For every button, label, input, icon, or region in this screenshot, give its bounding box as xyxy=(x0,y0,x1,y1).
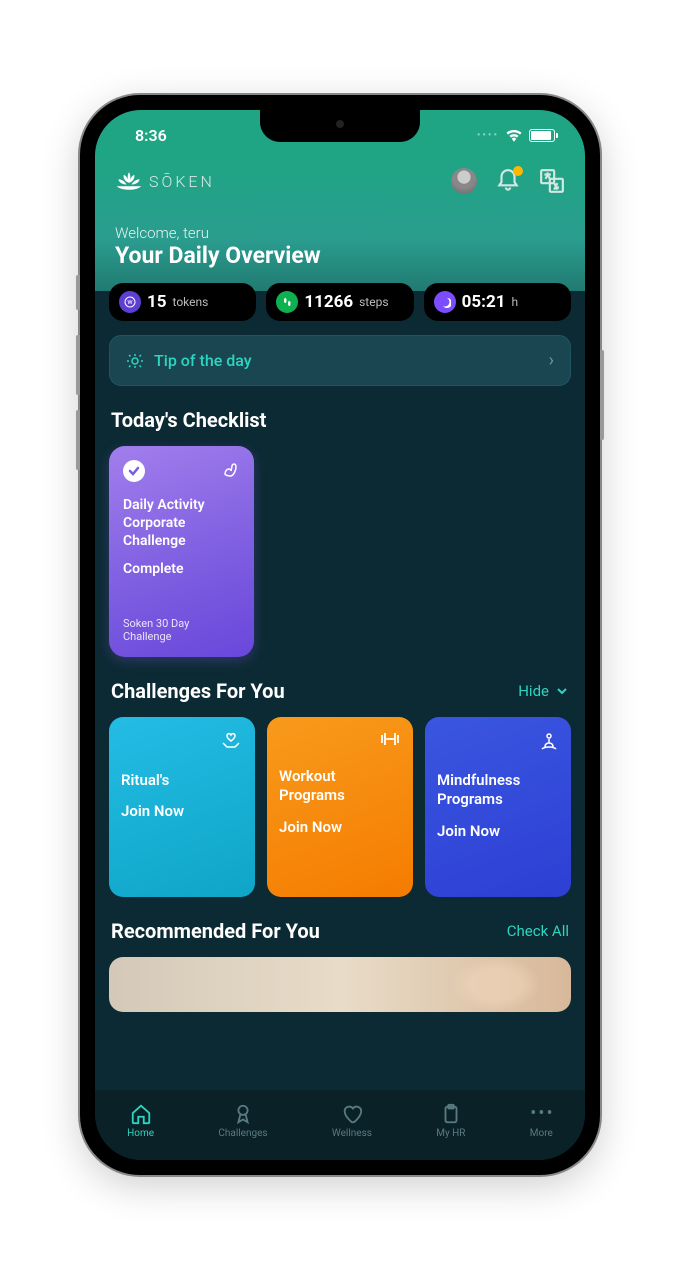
nav-myhr[interactable]: My HR xyxy=(436,1103,465,1139)
tokens-icon: w xyxy=(119,291,141,313)
checklist-section-title: Today's Checklist xyxy=(111,408,266,432)
recommended-section-title: Recommended For You xyxy=(111,919,320,943)
workout-card[interactable]: Workout Programs Join Now xyxy=(267,717,413,897)
nav-more[interactable]: ••• More xyxy=(530,1103,553,1139)
wifi-icon xyxy=(505,128,523,142)
checklist-card-title: Daily Activity Corporate Challenge xyxy=(123,496,240,551)
tip-of-day[interactable]: Tip of the day › xyxy=(109,335,571,386)
rituals-cta: Join Now xyxy=(121,802,243,820)
screen: 8:36 •••• SŌKEN xyxy=(95,110,585,1160)
mindfulness-title: Mindfulness Programs xyxy=(437,771,559,810)
nav-challenges[interactable]: Challenges xyxy=(218,1103,267,1139)
tokens-unit: tokens xyxy=(173,295,209,309)
lotus-icon xyxy=(115,169,143,193)
overview-title: Your Daily Overview xyxy=(115,242,565,269)
clipboard-icon xyxy=(440,1103,462,1125)
app-header: SŌKEN Welcome, teru Your Daily Overview xyxy=(95,160,585,291)
nav-home[interactable]: Home xyxy=(127,1103,154,1139)
recommended-image xyxy=(451,957,541,1012)
welcome-text: Welcome, teru xyxy=(115,224,565,242)
translate-icon[interactable] xyxy=(539,168,565,194)
checkmark-icon xyxy=(123,460,145,482)
tokens-stat[interactable]: w 15 tokens xyxy=(109,283,256,321)
sleep-stat[interactable]: 05:21 h xyxy=(424,283,571,321)
workout-title: Workout Programs xyxy=(279,767,401,806)
checklist-card-subtitle: Soken 30 Day Challenge xyxy=(123,617,240,643)
nav-wellness[interactable]: Wellness xyxy=(332,1103,372,1139)
phone-frame: 8:36 •••• SŌKEN xyxy=(80,95,600,1175)
home-icon xyxy=(130,1103,152,1125)
challenges-section-title: Challenges For You xyxy=(111,679,285,703)
brand-text: SŌKEN xyxy=(149,172,215,191)
stats-row: w 15 tokens 11266 steps 05:21 h xyxy=(95,283,585,321)
dumbbell-icon xyxy=(379,731,401,747)
rituals-card[interactable]: Ritual's Join Now xyxy=(109,717,255,897)
tip-label: Tip of the day xyxy=(154,351,252,370)
battery-icon xyxy=(529,129,555,142)
profile-avatar[interactable] xyxy=(451,168,477,194)
brand-logo: SŌKEN xyxy=(115,169,215,193)
status-time: 8:36 xyxy=(125,126,167,145)
muscle-icon xyxy=(220,460,240,480)
checklist-card[interactable]: Daily Activity Corporate Challenge Compl… xyxy=(109,446,254,657)
chevron-right-icon: › xyxy=(549,350,554,371)
steps-icon xyxy=(276,291,298,313)
heart-icon xyxy=(341,1103,363,1125)
mindfulness-card[interactable]: Mindfulness Programs Join Now xyxy=(425,717,571,897)
bottom-nav: Home Challenges Wellness My HR ••• More xyxy=(95,1090,585,1160)
badge-icon xyxy=(232,1103,254,1125)
steps-unit: steps xyxy=(359,295,388,309)
rituals-title: Ritual's xyxy=(121,771,243,791)
checklist-card-status: Complete xyxy=(123,561,240,577)
notification-bell[interactable] xyxy=(495,168,521,194)
check-all-button[interactable]: Check All xyxy=(507,922,569,940)
notification-badge xyxy=(513,166,523,176)
notch xyxy=(260,110,420,142)
tokens-value: 15 xyxy=(147,292,167,312)
meditation-icon xyxy=(539,731,559,751)
lightbulb-icon xyxy=(126,352,144,370)
steps-stat[interactable]: 11266 steps xyxy=(266,283,413,321)
signal-dots-icon: •••• xyxy=(477,130,499,141)
sleep-icon xyxy=(434,291,456,313)
sleep-unit: h xyxy=(511,295,518,309)
mindfulness-cta: Join Now xyxy=(437,822,559,840)
sleep-value: 05:21 xyxy=(462,292,506,312)
steps-value: 11266 xyxy=(304,292,353,312)
workout-cta: Join Now xyxy=(279,818,401,836)
more-icon: ••• xyxy=(530,1103,552,1125)
chevron-down-icon xyxy=(555,684,569,698)
recommended-card[interactable] xyxy=(109,957,571,1012)
hide-challenges-button[interactable]: Hide xyxy=(518,682,569,700)
hands-heart-icon xyxy=(219,731,243,751)
svg-text:w: w xyxy=(127,298,133,306)
